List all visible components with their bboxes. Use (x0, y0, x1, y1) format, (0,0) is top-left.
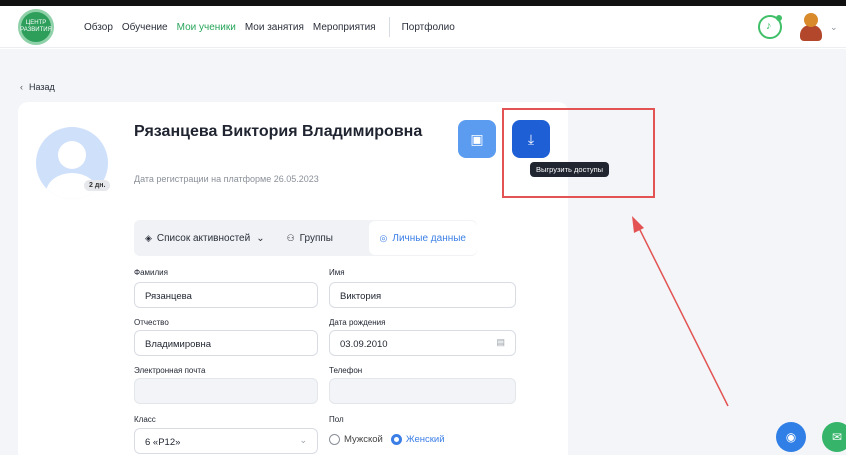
user-avatar[interactable] (798, 13, 824, 41)
tab-activities-label: Список активностей (156, 232, 251, 244)
chevron-down-icon: ⌄ (256, 232, 265, 244)
tab-groups[interactable]: ⚇ Группы (276, 220, 344, 256)
registration-date: Дата регистрации на платформе 26.05.2023 (134, 174, 319, 184)
chevron-left-icon: ‹ (20, 82, 23, 92)
user-circle-icon: ◎ (379, 232, 388, 243)
email-field[interactable] (134, 378, 318, 404)
tab-personal-label: Личные данные (392, 232, 466, 244)
logo[interactable]: ЦЕНТР РАЗВИТИЯ (18, 9, 54, 45)
patronymic-label: Отчество (134, 318, 169, 327)
name-field[interactable]: Виктория (329, 282, 516, 308)
tab-activities[interactable]: ◈ Список активностей ⌄ (134, 220, 276, 256)
archive-icon: ▣ (470, 130, 484, 147)
name-label: Имя (329, 268, 345, 277)
age-badge: 2 дн. (84, 180, 111, 191)
nav-events[interactable]: Мероприятия (313, 22, 376, 33)
chevron-down-icon[interactable]: ⌄ (830, 22, 838, 33)
class-select[interactable]: 6 «Р12» ⌄ (134, 428, 318, 454)
nav-divider (388, 17, 390, 37)
archive-button[interactable]: ▣ (458, 120, 496, 158)
users-icon: ⚇ (286, 232, 295, 243)
nav-my-classes[interactable]: Мои занятия (245, 22, 304, 33)
calendar-icon[interactable]: ▤ (496, 337, 505, 348)
class-label: Класс (134, 415, 156, 424)
layers-icon: ◈ (145, 232, 152, 243)
student-full-name: Рязанцева Виктория Владимировна (134, 123, 423, 140)
gender-male-label[interactable]: Мужской (344, 434, 383, 445)
gender-female-label[interactable]: Женский (406, 434, 445, 445)
gender-radio-group: Мужской Женский (329, 434, 445, 445)
top-navbar: ЦЕНТР РАЗВИТИЯ Обзор Обучение Мои ученик… (0, 6, 846, 48)
logo-text: ЦЕНТР РАЗВИТИЯ (20, 20, 52, 33)
nav-portfolio[interactable]: Портфолио (402, 22, 455, 33)
annotation-highlight-box (502, 108, 655, 198)
profile-tabs: ◈ Список активностей ⌄ ⚇ Группы ◎ Личные… (134, 220, 477, 256)
notifications-bell-icon[interactable]: ♪ (758, 15, 782, 39)
birthdate-label: Дата рождения (329, 318, 386, 327)
main-nav: Обзор Обучение Мои ученики Мои занятия М… (84, 6, 464, 48)
nav-learning[interactable]: Обучение (122, 22, 168, 33)
phone-label: Телефон (329, 366, 363, 375)
nav-overview[interactable]: Обзор (84, 22, 113, 33)
phone-field[interactable] (329, 378, 516, 404)
eye-icon[interactable]: ◉ (776, 422, 806, 452)
class-value: 6 «Р12» (145, 437, 181, 448)
surname-field[interactable]: Рязанцева (134, 282, 318, 308)
radio-female[interactable] (390, 434, 402, 445)
back-label: Назад (29, 82, 55, 92)
birthdate-value: 03.09.2010 (340, 339, 388, 350)
birthdate-field[interactable]: 03.09.2010 ▤ (329, 330, 516, 356)
tab-personal-data[interactable]: ◎ Личные данные (368, 221, 477, 255)
tab-groups-label: Группы (299, 232, 333, 244)
patronymic-field[interactable]: Владимировна (134, 330, 318, 356)
nav-my-students[interactable]: Мои ученики (177, 22, 236, 33)
chat-icon[interactable]: ✉ (822, 422, 846, 452)
back-link[interactable]: ‹ Назад (20, 82, 55, 92)
chevron-down-icon: ⌄ (299, 435, 307, 445)
email-label: Электронная почта (134, 366, 206, 375)
gender-label: Пол (329, 415, 344, 424)
surname-label: Фамилия (134, 268, 168, 277)
radio-male[interactable] (329, 434, 340, 445)
